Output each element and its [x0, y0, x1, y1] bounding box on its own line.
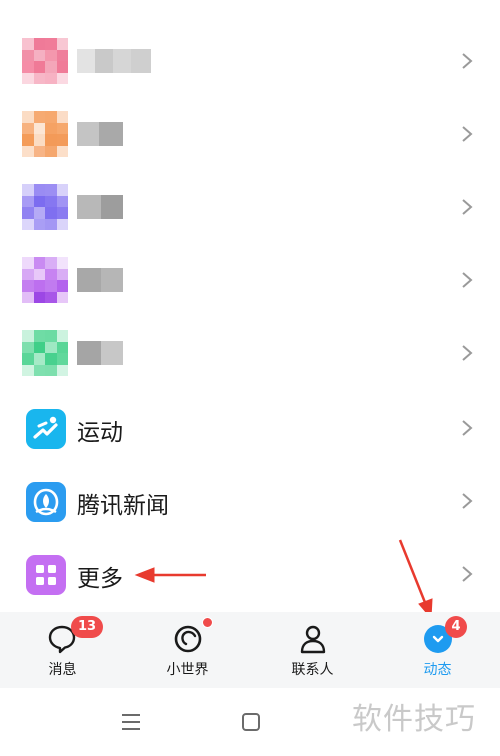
notification-dot — [202, 617, 213, 628]
menu-icon[interactable] — [121, 713, 141, 731]
tencent-news-icon — [26, 482, 66, 522]
blurred-icon — [22, 184, 68, 230]
more-grid-icon — [26, 555, 66, 595]
blurred-icon — [22, 330, 68, 376]
tab-label: 消息 — [48, 662, 77, 678]
list-item-label: 腾讯新闻 — [77, 493, 169, 519]
blurred-icon — [22, 257, 68, 303]
list-item-blurred[interactable] — [0, 243, 500, 316]
contacts-icon — [300, 625, 326, 654]
chevron-right-icon — [462, 199, 473, 215]
unread-badge: 13 — [71, 616, 103, 638]
small-world-icon — [174, 625, 202, 653]
sport-icon — [26, 409, 66, 449]
blurred-icon — [22, 0, 68, 6]
chevron-right-icon — [462, 272, 473, 288]
tab-label: 联系人 — [291, 662, 334, 678]
list-item-blurred[interactable] — [0, 316, 500, 389]
unread-badge: 4 — [445, 616, 467, 638]
tab-label: 动态 — [423, 662, 452, 678]
list-item-label: 运动 — [77, 420, 123, 446]
list-item-label: 更多 — [77, 566, 123, 592]
list-item-tencent-news[interactable]: 腾讯新闻 — [0, 465, 500, 538]
list-item-more[interactable]: 更多 — [0, 538, 500, 611]
chevron-right-icon — [462, 420, 473, 436]
chevron-right-icon — [462, 53, 473, 69]
chevron-right-icon — [462, 126, 473, 142]
chevron-right-icon — [462, 566, 473, 582]
tab-label: 小世界 — [166, 662, 209, 678]
chevron-right-icon — [462, 345, 473, 361]
list-item-blurred[interactable] — [0, 170, 500, 243]
blurred-icon — [22, 111, 68, 157]
list-item-sport[interactable]: 运动 — [0, 392, 500, 465]
home-square-icon[interactable] — [241, 712, 261, 732]
tab-messages[interactable]: 13 消息 — [0, 612, 125, 688]
list-item-blurred[interactable] — [0, 97, 500, 170]
tab-contacts[interactable]: 联系人 — [250, 612, 375, 688]
tab-dynamic[interactable]: 4 动态 — [375, 612, 500, 688]
bottom-tab-bar: 13 消息 小世界 联系人 4 动态 — [0, 612, 500, 688]
blurred-icon — [22, 38, 68, 84]
watermark: 软件技巧 — [352, 702, 476, 737]
chevron-right-icon — [462, 493, 473, 509]
list-item-blurred[interactable] — [0, 24, 500, 97]
tab-small-world[interactable]: 小世界 — [125, 612, 250, 688]
